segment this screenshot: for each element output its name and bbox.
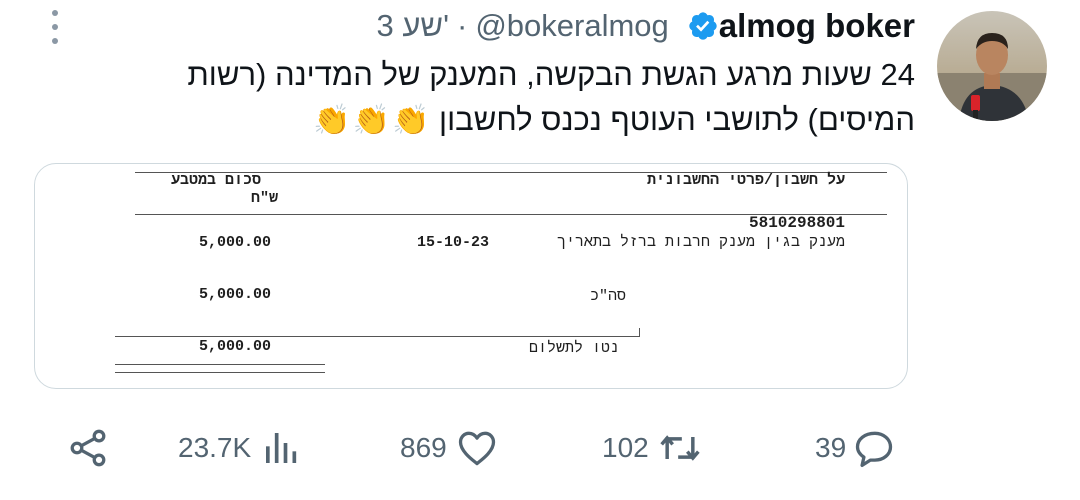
tweet-action-bar: 23.7K 869 102 39 [0, 418, 1080, 478]
receipt-line-amount: 5,000.00 [199, 234, 272, 251]
views-button[interactable]: 23.7K [178, 418, 301, 478]
like-icon [458, 431, 495, 466]
more-dot [52, 38, 58, 44]
more-options-button[interactable] [42, 8, 68, 46]
avatar[interactable] [937, 11, 1047, 121]
receipt-document: על חשבון/פרטי החשבונית סכום במטבע ש"ח 58… [35, 164, 907, 388]
tweet-media-image[interactable]: על חשבון/פרטי החשבונית סכום במטבע ש"ח 58… [34, 163, 908, 389]
clap-emoji: 👏 [313, 104, 351, 137]
like-button[interactable]: 869 [400, 418, 501, 478]
tweet-text: 24 שעות מרגע הגשת הבקשה, המענק של המדינה… [85, 52, 915, 143]
receipt-rule [639, 328, 640, 337]
tweet-body: 24 שעות מרגע הגשת הבקשה, המענק של המדינה… [187, 57, 915, 137]
clap-emoji: 👏 [352, 104, 391, 137]
receipt-net-amount: 5,000.00 [199, 338, 272, 355]
likes-count: 869 [400, 432, 447, 463]
receipt-line-description: מענק בגין מענק חרבות ברזל בתאריך [556, 234, 845, 251]
replies-count: 39 [815, 432, 847, 463]
share-icon [70, 429, 106, 467]
more-dot [52, 10, 58, 16]
avatar-image [937, 11, 1047, 121]
receipt-header-account: על חשבון/פרטי החשבונית [646, 172, 845, 189]
tweet-header: almog boker @bokeralmog · 3 שע' [377, 6, 915, 46]
views-count: 23.7K [178, 432, 252, 463]
receipt-rule [115, 372, 325, 373]
receipt-line-date: 15-10-23 [417, 234, 490, 251]
receipt-subtotal-label: סה"כ [590, 288, 627, 305]
verified-badge-icon [687, 10, 719, 42]
receipt-account-number: 5810298801 [748, 214, 845, 232]
timestamp[interactable]: 3 שע' [377, 8, 449, 44]
share-button[interactable] [66, 418, 110, 478]
receipt-header-currency: ש"ח [251, 190, 279, 207]
receipt-net-label: נטו לתשלום [529, 340, 620, 357]
author-handle[interactable]: @bokeralmog [475, 8, 668, 44]
separator: · [457, 8, 468, 43]
retweet-button[interactable]: 102 [602, 418, 705, 478]
author-name[interactable]: almog boker [719, 7, 915, 45]
receipt-rule [115, 364, 325, 365]
receipt-rule [115, 336, 639, 337]
more-dot [52, 24, 58, 30]
views-icon [266, 433, 297, 463]
receipt-subtotal-amount: 5,000.00 [199, 286, 272, 303]
retweet-icon [660, 435, 700, 461]
reply-button[interactable]: 39 [815, 418, 898, 478]
clap-emoji: 👏 [392, 104, 430, 137]
receipt-header-amount: סכום במטבע [171, 172, 262, 189]
reply-icon [856, 431, 893, 468]
retweets-count: 102 [602, 432, 649, 463]
